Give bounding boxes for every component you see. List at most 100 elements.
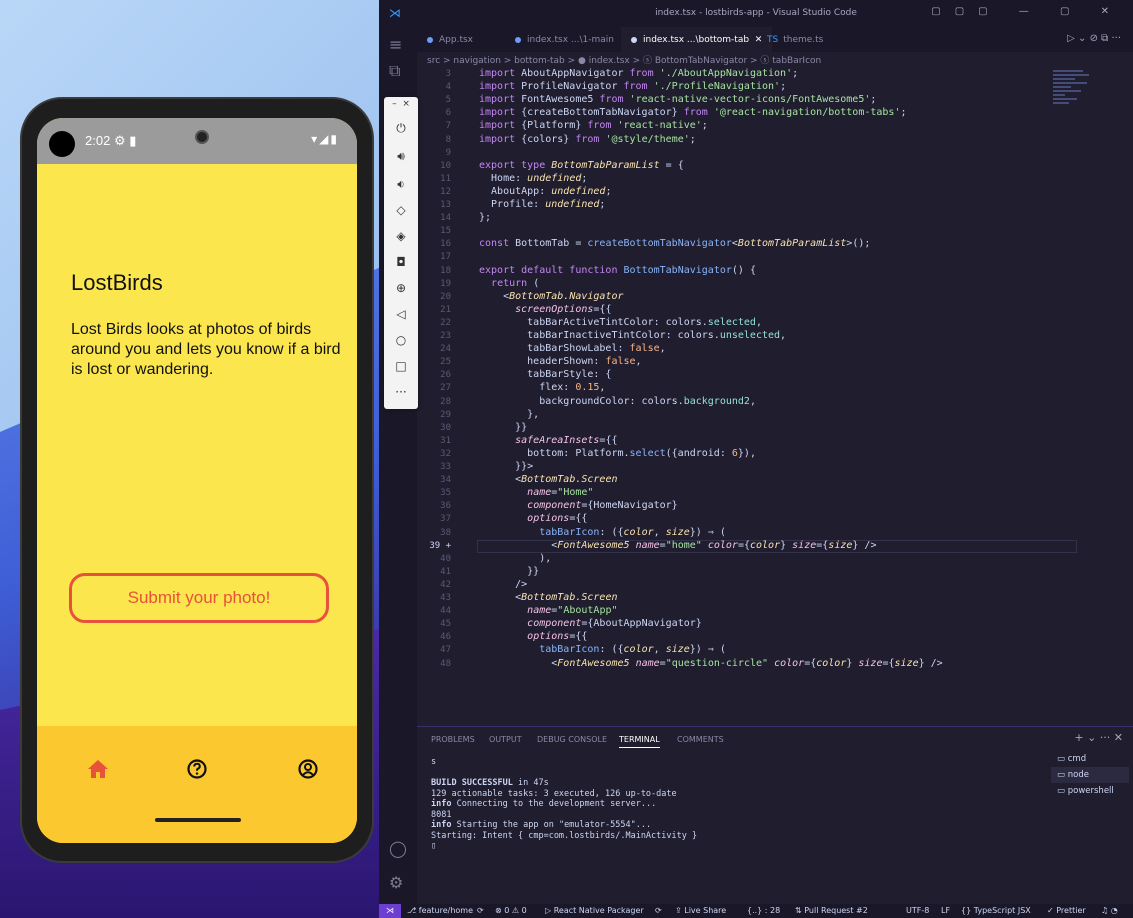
code-editor[interactable]: 3 import AboutAppNavigator from './AboutA… (417, 68, 1133, 726)
status-time: 2:02 ⚙ ▮ (85, 133, 137, 148)
panel-actions[interactable]: + ⌄ ··· ✕ (1074, 731, 1123, 744)
front-camera (195, 130, 209, 144)
line-number: 19 (440, 278, 451, 289)
code-text: import {Platform} from 'react-native'; (479, 120, 708, 132)
code-text: <BottomTab.Screen (479, 592, 618, 603)
code-text: const BottomTab = createBottomTabNavigat… (479, 238, 871, 250)
sync2-icon[interactable]: ⟳ (655, 906, 662, 915)
explorer-icon[interactable]: ⧉ (389, 61, 400, 81)
code-text: component={AboutAppNavigator} (527, 618, 702, 630)
tab-home[interactable] (83, 754, 113, 784)
line-number: 18 (440, 265, 451, 276)
code-text: tabBarIcon: ({color, size}) ⇒ ( (539, 526, 726, 538)
terminal-icon: ▭ (1057, 786, 1068, 796)
android-emulator: 2:02 ⚙ ▮ ▾◢▮ LostBirds Lost Birds looks … (20, 97, 374, 863)
emulator-window-controls[interactable]: – × (384, 99, 418, 109)
settings-gear-icon[interactable]: ⚙ (389, 873, 403, 892)
breadcrumb[interactable]: src > navigation > bottom-tab > ● index.… (427, 53, 821, 66)
eol[interactable]: LF (941, 906, 950, 915)
tab-about[interactable] (182, 754, 212, 784)
pull-request[interactable]: ⇅ Pull Request #2 (795, 906, 868, 915)
code-text: export type BottomTabParamList = { (479, 159, 684, 171)
vscode-status-bar: ⋊ ⎇ feature/home ⟳ ⊗ 0 ⚠ 0 ▷ React Nativ… (379, 904, 1133, 918)
panel-tab-problems[interactable]: PROBLEMS (431, 735, 475, 744)
terminal-output[interactable]: s BUILD SUCCESSFUL in 47s 129 actionable… (431, 757, 1031, 852)
panel-tab-comments[interactable]: COMMENTS (677, 735, 724, 744)
line-number: 48 (440, 658, 451, 669)
rotate-left-icon[interactable]: ◇ (384, 203, 418, 217)
terminal-node[interactable]: ▭ node (1051, 767, 1129, 783)
line-number: 34 (440, 475, 451, 486)
submit-photo-button[interactable]: Submit your photo! (69, 573, 329, 623)
encoding[interactable]: UTF-8 (906, 906, 929, 915)
title-bar: ⋊ index.tsx - lostbirds-app - Visual Stu… (379, 0, 1133, 27)
tab-app-tsx[interactable]: App.tsx (417, 27, 483, 52)
menu-icon[interactable]: ≡ (389, 35, 402, 54)
volume-down-icon[interactable]: 🔉︎ (384, 177, 418, 192)
language-mode[interactable]: {} TypeScript JSX (961, 906, 1031, 915)
line-number: 24 (440, 344, 451, 355)
overview-icon[interactable]: □ (384, 359, 418, 373)
minimap[interactable] (1053, 68, 1093, 148)
line-number: 11 (440, 173, 451, 184)
branch-indicator[interactable]: ⎇ feature/home (407, 906, 473, 915)
notifications-bell-icon[interactable]: ♫ ◔ (1101, 906, 1118, 915)
prettier-status[interactable]: ✓ Prettier (1047, 906, 1086, 915)
terminal-powershell[interactable]: ▭ powershell (1051, 783, 1129, 799)
line-number: 13 (440, 200, 451, 210)
line-number: 26 (440, 370, 451, 381)
home-nav-icon[interactable]: ○ (384, 333, 418, 347)
editor-actions[interactable]: ▷ ⌄ ⊘ ⧉ ··· (1067, 33, 1121, 44)
cursor-position[interactable]: {..} : 28 (747, 906, 780, 915)
sync-icon[interactable]: ⟳ (477, 906, 484, 915)
home-icon (88, 760, 108, 778)
code-text: tabBarStyle: { (479, 369, 612, 381)
line-number: 30 (440, 422, 451, 433)
line-number: 10 (440, 160, 451, 171)
code-text: Home: undefined; (479, 172, 588, 184)
line-number: 23 (440, 331, 451, 341)
code-text: <FontAwesome5 name="home" color={color} … (479, 539, 877, 551)
code-text: <FontAwesome5 name="question-circle" col… (479, 657, 943, 669)
rotate-right-icon[interactable]: ◈ (384, 229, 418, 243)
editor-tabs: App.tsx index.tsx ...\1-main index.tsx .… (417, 27, 1133, 52)
phone-screen: 2:02 ⚙ ▮ ▾◢▮ LostBirds Lost Birds looks … (37, 118, 357, 843)
line-number: 20 (440, 291, 451, 302)
tab-profile[interactable] (293, 754, 323, 784)
line-number: 44 (440, 606, 451, 617)
app-description: Lost Birds looks at photos of birds arou… (71, 321, 341, 378)
panel-tab-debug-console[interactable]: DEBUG CONSOLE (537, 735, 607, 744)
code-text: bottom: Platform.select({android: 6}), (479, 447, 756, 459)
code-text: }} (479, 565, 540, 577)
line-number: 22 (440, 317, 451, 328)
account-icon[interactable]: ◯ (389, 839, 407, 858)
tab-theme-ts[interactable]: TS theme.ts (757, 27, 833, 52)
live-share[interactable]: ⇪ Live Share (675, 906, 726, 915)
back-icon[interactable]: ◁ (384, 307, 418, 321)
remote-icon[interactable]: ⋊ (379, 904, 401, 918)
code-text: flex: 0.15, (479, 382, 606, 394)
window-controls[interactable]: ▢▢▢ — ▢ ✕ (931, 6, 1123, 17)
line-number: 41 (440, 566, 451, 577)
tab-index-bottom-tab[interactable]: index.tsx ...\bottom-tab ✕ (621, 27, 773, 52)
code-text: <BottomTab.Navigator (479, 290, 624, 302)
code-text: safeAreaInsets={{ (515, 434, 618, 446)
terminal-cmd[interactable]: ▭ cmd (1051, 751, 1129, 767)
zoom-icon[interactable]: ⊕ (384, 281, 418, 295)
more-icon[interactable]: ··· (384, 385, 418, 399)
code-text: tabBarActiveTintColor: colors.selected, (479, 316, 762, 328)
panel-tab-terminal[interactable]: TERMINAL (619, 735, 660, 748)
panel-tab-output[interactable]: OUTPUT (489, 735, 522, 744)
volume-up-icon[interactable]: 🔊︎ (384, 149, 418, 164)
code-text: import {createBottomTabNavigator} from '… (479, 107, 907, 119)
problems-indicator[interactable]: ⊗ 0 ⚠ 0 (495, 906, 527, 915)
line-number: 42 (440, 579, 451, 590)
code-text: import AboutAppNavigator from './AboutAp… (479, 68, 799, 79)
screenshot-icon[interactable]: ◘ (384, 255, 418, 269)
power-icon[interactable]: ⏻ (384, 121, 418, 136)
tab-index-main[interactable]: index.tsx ...\1-main (505, 27, 624, 52)
line-number: 31 (440, 435, 451, 446)
gesture-nav-pill[interactable] (155, 818, 241, 822)
react-native-packager[interactable]: ▷ React Native Packager (545, 906, 644, 915)
emulator-toolbar: – × ⏻ 🔊︎ 🔉︎ ◇ ◈ ◘ ⊕ ◁ ○ □ ··· (384, 97, 418, 409)
